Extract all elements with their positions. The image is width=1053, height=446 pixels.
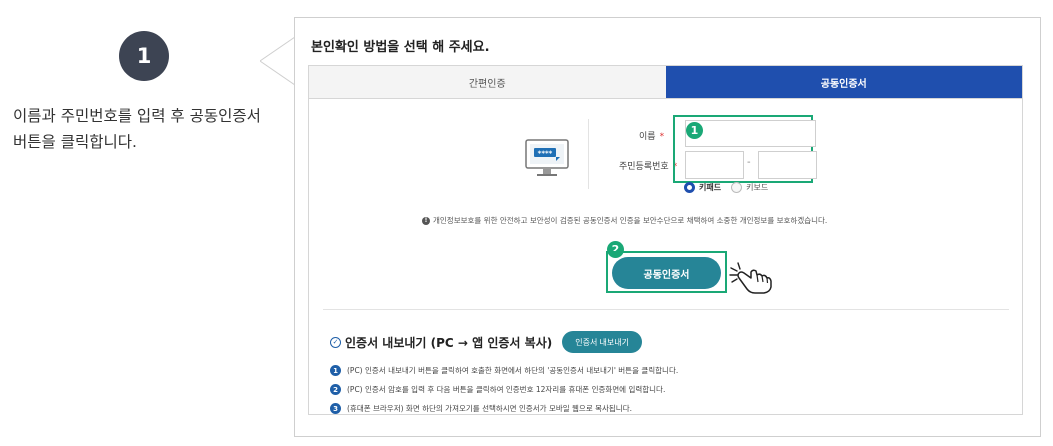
rrn-label: 주민등록번호 *: [619, 159, 677, 172]
rrn-front-input[interactable]: [685, 151, 744, 179]
security-notice: ! 개인정보보호를 위한 안전하고 보안성이 검증된 공동인증서 인증을 보안수…: [422, 215, 827, 226]
monitor-icon-text: ****: [538, 150, 553, 158]
list-item: 2 (PC) 인증서 암호를 입력 후 다음 버튼을 클릭하여 인증번호 12자…: [330, 380, 678, 399]
annotation-badge-1: 1: [686, 122, 703, 139]
rrn-label-text: 주민등록번호: [619, 162, 669, 172]
tab-simple-auth[interactable]: 간편인증: [309, 66, 666, 98]
rrn-back-input[interactable]: [758, 151, 817, 179]
keyboard-radio-label[interactable]: 키보드: [746, 182, 768, 193]
required-mark: *: [659, 132, 665, 142]
section-divider: [323, 309, 1009, 310]
pointing-hand-icon: [729, 261, 775, 299]
step-text: (휴대폰 브라우저) 화면 하단의 가져오기를 선택하시면 인증서가 모바일 웹…: [347, 404, 632, 413]
step-text: (PC) 인증서 암호를 입력 후 다음 버튼을 클릭하여 인증번호 12자리를…: [347, 385, 666, 394]
rrn-dash: -: [747, 157, 751, 168]
auth-method-tabs: 간편인증 공동인증서: [308, 65, 1023, 99]
monitor-password-icon: ****: [525, 139, 569, 183]
info-icon: !: [422, 216, 430, 225]
step-num-badge: 2: [330, 384, 341, 395]
panel-title: 본인확인 방법을 선택 해 주세요.: [311, 40, 490, 55]
step-num-badge: 3: [330, 403, 341, 414]
list-item: 1 (PC) 인증서 내보내기 버튼을 클릭하여 호출한 화면에서 하단의 '공…: [330, 361, 678, 380]
certificate-tab-content: **** 이름* 주민등록번호* - 키패드 키보드 1 ! 개인정보보호를: [308, 99, 1023, 415]
export-certificate-button[interactable]: 인증서 내보내기: [562, 331, 642, 353]
list-item: 3 (휴대폰 브라우저) 화면 하단의 가져오기를 선택하시면 인증서가 모바일…: [330, 399, 678, 418]
name-label-text: 이름: [639, 132, 656, 142]
input-method-options: 키패드 키보드: [684, 182, 768, 193]
keypad-radio-label[interactable]: 키패드: [699, 182, 721, 193]
export-check-icon: ✓: [330, 336, 341, 348]
joint-certificate-button[interactable]: 공동인증서: [612, 257, 721, 289]
keyboard-radio[interactable]: [731, 182, 743, 193]
export-steps-list: 1 (PC) 인증서 내보내기 버튼을 클릭하여 호출한 화면에서 하단의 '공…: [330, 361, 678, 418]
step-num-badge: 1: [330, 365, 341, 376]
identity-verification-panel: 본인확인 방법을 선택 해 주세요. 간편인증 공동인증서 **** 이름 * 주…: [294, 17, 1041, 437]
step-description: 이름과 주민번호를 입력 후 공동인증서 버튼을 클릭합니다.: [13, 107, 261, 151]
step-text: (PC) 인증서 내보내기 버튼을 클릭하여 호출한 화면에서 하단의 '공동인…: [347, 366, 679, 375]
export-section-header: ✓ 인증서 내보내기 (PC → 앱 인증서 복사) 인증서 내보내기: [330, 331, 642, 353]
tab-joint-certificate[interactable]: 공동인증서: [665, 66, 1022, 98]
security-notice-text: 개인정보보호를 위한 안전하고 보안성이 검증된 공동인증서 인증을 보안수단으…: [433, 216, 828, 225]
name-input[interactable]: [685, 120, 816, 147]
keypad-radio[interactable]: [684, 182, 695, 193]
form-divider: [588, 119, 589, 189]
name-label: 이름 *: [639, 129, 664, 142]
step-number-badge: 1: [119, 31, 169, 81]
export-title: 인증서 내보내기 (PC → 앱 인증서 복사): [345, 335, 553, 350]
